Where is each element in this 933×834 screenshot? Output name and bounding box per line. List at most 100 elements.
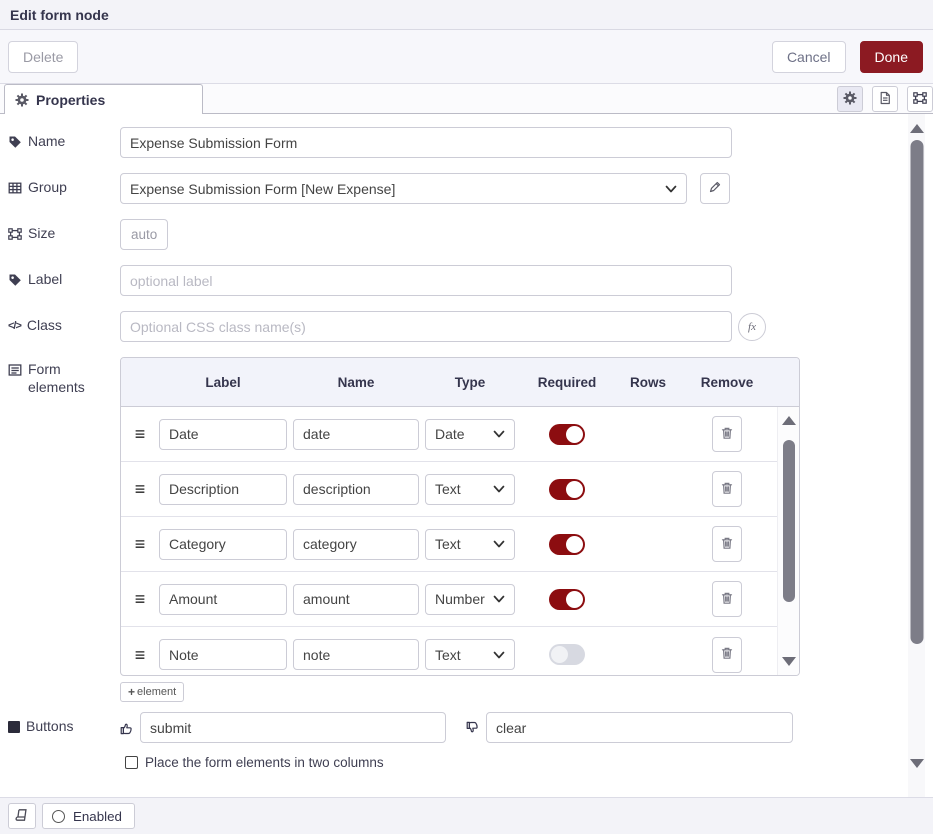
element-label-input[interactable] bbox=[159, 419, 287, 450]
required-toggle[interactable] bbox=[549, 644, 585, 665]
label-row: Label bbox=[8, 265, 933, 296]
properties-icon-button[interactable] bbox=[837, 86, 863, 112]
form-element-row: ≡ Text bbox=[121, 462, 777, 517]
delete-button[interactable]: Delete bbox=[8, 41, 78, 73]
scroll-up-arrow[interactable] bbox=[910, 124, 924, 133]
drag-handle-icon[interactable]: ≡ bbox=[127, 535, 153, 553]
two-columns-checkbox[interactable] bbox=[125, 756, 138, 769]
chevron-down-icon bbox=[665, 181, 677, 197]
scroll-up-arrow[interactable] bbox=[782, 416, 796, 425]
element-type-select[interactable]: Text bbox=[425, 639, 515, 670]
elements-table-body: ≡ Date ≡ Text bbox=[121, 407, 799, 675]
drag-handle-icon[interactable]: ≡ bbox=[127, 425, 153, 443]
element-type-select[interactable]: Text bbox=[425, 529, 515, 560]
scroll-down-arrow[interactable] bbox=[910, 759, 924, 768]
tag-icon bbox=[8, 135, 22, 149]
element-type-select[interactable]: Date bbox=[425, 419, 515, 450]
drag-handle-icon[interactable]: ≡ bbox=[127, 590, 153, 608]
elements-table-header: Label Name Type Required Rows Remove bbox=[121, 358, 799, 407]
element-name-input[interactable] bbox=[293, 419, 419, 450]
delete-element-button[interactable] bbox=[712, 471, 742, 507]
node-help-button[interactable] bbox=[8, 803, 36, 829]
elements-scrollbar-thumb[interactable] bbox=[783, 440, 795, 602]
object-size-icon bbox=[8, 227, 22, 241]
element-name-input[interactable] bbox=[293, 584, 419, 615]
size-button[interactable]: auto bbox=[120, 219, 168, 250]
required-toggle[interactable] bbox=[549, 479, 585, 500]
form-element-row: ≡ Date bbox=[121, 407, 777, 462]
group-select[interactable]: Expense Submission Form [New Expense] bbox=[120, 173, 687, 204]
required-toggle[interactable] bbox=[549, 534, 585, 555]
two-columns-row: Place the form elements in two columns bbox=[125, 755, 933, 770]
elements-table: Label Name Type Required Rows Remove ≡ D… bbox=[120, 357, 800, 676]
element-type-select[interactable]: Number bbox=[425, 584, 515, 615]
fx-icon[interactable]: fx bbox=[738, 313, 766, 341]
edit-group-button[interactable] bbox=[700, 173, 730, 204]
clear-button-input[interactable] bbox=[486, 712, 793, 743]
panel-scrollbar[interactable] bbox=[908, 114, 925, 797]
elements-scrollbar[interactable] bbox=[777, 407, 799, 675]
header-remove: Remove bbox=[683, 375, 771, 390]
element-label-input[interactable] bbox=[159, 584, 287, 615]
add-element-button[interactable]: + element bbox=[120, 682, 184, 702]
table-icon bbox=[8, 181, 22, 195]
layout-icon bbox=[913, 91, 927, 108]
required-toggle[interactable] bbox=[549, 424, 585, 445]
delete-element-button[interactable] bbox=[712, 526, 742, 562]
required-toggle[interactable] bbox=[549, 589, 585, 610]
delete-element-button[interactable] bbox=[712, 416, 742, 452]
element-name-input[interactable] bbox=[293, 529, 419, 560]
cancel-button[interactable]: Cancel bbox=[772, 41, 846, 73]
name-label: Name bbox=[8, 127, 120, 151]
label-label: Label bbox=[8, 265, 120, 289]
plus-icon: + bbox=[128, 685, 135, 699]
done-button[interactable]: Done bbox=[860, 41, 923, 73]
drag-handle-icon[interactable]: ≡ bbox=[127, 480, 153, 498]
element-name-input[interactable] bbox=[293, 474, 419, 505]
name-input[interactable] bbox=[120, 127, 732, 158]
element-label-input[interactable] bbox=[159, 529, 287, 560]
two-columns-label: Place the form elements in two columns bbox=[145, 755, 384, 770]
header-rows: Rows bbox=[619, 375, 677, 390]
class-label: </> Class bbox=[8, 311, 120, 335]
drag-handle-icon[interactable]: ≡ bbox=[127, 646, 153, 664]
tab-properties-label: Properties bbox=[36, 92, 105, 108]
toggle-knob bbox=[551, 646, 568, 663]
scroll-down-arrow[interactable] bbox=[782, 657, 796, 666]
class-input[interactable] bbox=[120, 311, 732, 342]
gear-icon bbox=[843, 91, 857, 108]
toggle-knob bbox=[566, 536, 583, 553]
dialog-title: Edit form node bbox=[10, 7, 109, 23]
thumbs-down-icon bbox=[466, 721, 480, 735]
chevron-down-icon bbox=[493, 426, 505, 442]
toggle-knob bbox=[566, 426, 583, 443]
list-icon bbox=[8, 363, 22, 377]
radio-circle-icon bbox=[52, 810, 65, 823]
label-input[interactable] bbox=[120, 265, 732, 296]
appearance-icon-button[interactable] bbox=[907, 86, 933, 112]
chevron-down-icon bbox=[493, 481, 505, 497]
edit-form-node-dialog: Edit form node Delete Cancel Done Proper… bbox=[0, 0, 933, 834]
panel-scrollbar-thumb[interactable] bbox=[910, 140, 923, 644]
description-icon-button[interactable] bbox=[872, 86, 898, 112]
header-type: Type bbox=[425, 375, 515, 390]
tab-properties[interactable]: Properties bbox=[4, 84, 203, 114]
delete-element-button[interactable] bbox=[712, 637, 742, 673]
element-name-input[interactable] bbox=[293, 639, 419, 670]
submit-button-input[interactable] bbox=[140, 712, 446, 743]
form-element-row: ≡ Text bbox=[121, 627, 777, 675]
form-elements-row: Form elements Label Name Type Required R… bbox=[8, 357, 933, 702]
element-type-select[interactable]: Text bbox=[425, 474, 515, 505]
dialog-header: Edit form node bbox=[0, 0, 933, 30]
document-icon bbox=[878, 91, 892, 108]
element-type-value: Text bbox=[435, 647, 493, 663]
form-elements-label: Form elements bbox=[8, 357, 120, 396]
enabled-toggle-button[interactable]: Enabled bbox=[42, 803, 135, 829]
pencil-icon bbox=[708, 180, 722, 197]
element-label-input[interactable] bbox=[159, 639, 287, 670]
trash-icon bbox=[720, 646, 734, 663]
element-label-input[interactable] bbox=[159, 474, 287, 505]
trash-icon bbox=[720, 426, 734, 443]
element-type-value: Date bbox=[435, 426, 493, 442]
delete-element-button[interactable] bbox=[712, 581, 742, 617]
